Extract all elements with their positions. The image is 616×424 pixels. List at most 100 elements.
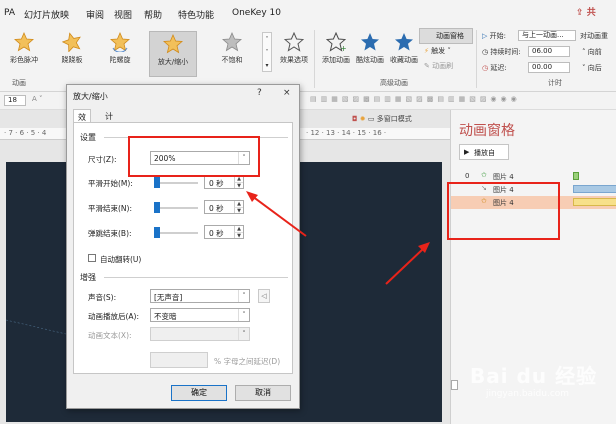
effect-options-button[interactable]: 效果选项 — [274, 30, 314, 65]
brush-icon: ✎ — [424, 62, 430, 70]
dialog-title: 放大/缩小 — [73, 92, 108, 101]
cool-animation-label: 酷炫动画 — [356, 56, 384, 64]
play-icon: ▷ — [482, 32, 488, 40]
animation-painter-button[interactable]: ✎ 动画刷 — [424, 61, 453, 71]
ok-button[interactable]: 确定 — [171, 385, 227, 401]
smooth-end-slider[interactable] — [154, 207, 198, 209]
move-later-button[interactable]: ˅ 向后 — [582, 63, 602, 73]
sound-select[interactable]: [无声音] ˅ — [150, 289, 250, 303]
effect-grow-shrink-button[interactable]: 放大/缩小 — [149, 31, 197, 77]
desaturate-star-icon — [222, 32, 242, 52]
auto-reverse-checkbox[interactable] — [88, 254, 96, 262]
move-earlier-button[interactable]: ˄ 向前 — [582, 47, 602, 57]
start-select[interactable]: 与上一动画... — [518, 30, 576, 41]
animation-pane-button[interactable]: 动画窗格 — [419, 28, 473, 44]
menu-bar: PA 幻灯片放映 审阅 视图 帮助 特色功能 OneKey 10 ⇪ 共 — [0, 0, 616, 26]
effect-desaturate-button[interactable]: 不饱和 — [214, 30, 250, 65]
menu-item-pa[interactable]: PA — [4, 8, 15, 18]
effect-teeter-label: 跷跷板 — [61, 56, 83, 64]
cool-animation-button[interactable]: 酷炫动画 — [352, 30, 388, 65]
duration-value: 06.00 — [532, 47, 553, 55]
close-icon[interactable]: × — [283, 88, 291, 98]
font-size-select[interactable]: 18 — [4, 95, 26, 106]
effects-gallery-scroll[interactable]: ˄ ˅ ▾ — [262, 32, 272, 72]
cancel-button[interactable]: 取消 — [235, 385, 291, 401]
smooth-end-spinner[interactable]: 0 秒 ▲ ▼ — [204, 200, 244, 214]
multiwindow-icon[interactable]: ▭ — [368, 115, 377, 123]
effect-pulse-label: 彩色脉冲 — [10, 56, 38, 64]
multiwindow-label[interactable]: 多窗口模式 — [377, 115, 412, 123]
auto-reverse-label[interactable]: 自动翻转(U) — [100, 254, 141, 265]
smooth-start-slider[interactable] — [154, 182, 198, 184]
window-icons[interactable]: ◘ — [352, 115, 358, 123]
bounce-end-spinner[interactable]: 0 秒 ▲ ▼ — [204, 225, 244, 239]
effect-teeter-button[interactable]: 跷跷板 — [54, 30, 90, 65]
pulse-star-icon — [14, 32, 34, 52]
share-icon: ⇪ — [576, 8, 587, 18]
delay-input[interactable]: 00.00 — [528, 62, 570, 73]
collect-animation-button[interactable]: 收藏动画 — [386, 30, 422, 65]
share-button[interactable]: ⇪ 共 — [576, 5, 596, 18]
watermark-url: jingyan.baidu.com — [486, 389, 570, 399]
section-divider — [104, 277, 288, 278]
smooth-start-spinner[interactable]: 0 秒 ▲ ▼ — [204, 175, 244, 189]
group-label-timing: 计时 — [548, 79, 562, 87]
animation-painter-label: 动画刷 — [432, 62, 454, 70]
anim-timeline-bar[interactable] — [573, 185, 616, 193]
alignment-icons[interactable]: ▤▥▦▧▨▩▤▥▦▧▨▩▤▥▦▧▨◉◉◉ — [310, 95, 521, 103]
duration-input[interactable]: 06.00 — [528, 46, 570, 57]
tab-timing[interactable]: 计时 — [101, 109, 117, 132]
gear-icon[interactable]: ✹ — [360, 115, 368, 123]
effect-options-icon — [284, 32, 304, 52]
delay-clock-icon: ◷ — [482, 64, 489, 72]
highlight-box-size — [128, 136, 260, 177]
pane-scroll-handle[interactable] — [451, 380, 458, 390]
anim-timeline-bar[interactable] — [573, 172, 579, 180]
ruler-left-ticks: · 7 · 6 · 5 · 4 — [4, 129, 47, 137]
menu-item-slideshow[interactable]: 幻灯片放映 — [24, 8, 69, 21]
effect-spin-label: 陀螺旋 — [109, 56, 131, 64]
bounce-end-label: 弹跳结束(B): — [88, 229, 132, 238]
group-label-advanced: 高级动画 — [380, 79, 408, 87]
reorder-label: 对动画重 — [580, 32, 608, 40]
spin-down-icon[interactable]: ▼ — [234, 207, 243, 214]
anim-item-label: 图片 4 — [493, 173, 514, 181]
clock-icon: ◷ — [482, 48, 489, 56]
bounce-end-slider-thumb[interactable] — [154, 227, 160, 238]
smooth-end-slider-thumb[interactable] — [154, 202, 160, 213]
anim-timeline-bar[interactable] — [573, 198, 616, 206]
speaker-icon[interactable]: ◁ — [258, 289, 270, 303]
spin-down-icon[interactable]: ▼ — [234, 232, 243, 239]
font-color-icon[interactable]: A ˅ — [32, 95, 43, 103]
bounce-end-slider[interactable] — [154, 232, 198, 234]
play-from-button[interactable]: ▶ 播放自 — [459, 144, 509, 160]
add-animation-button[interactable]: + 添加动画 — [318, 30, 354, 65]
help-button[interactable]: ? — [257, 88, 262, 98]
trigger-button[interactable]: ⚡ 触发 ˅ — [424, 46, 451, 56]
start-label: 开始: — [489, 32, 506, 40]
star-icon: ✩ — [481, 171, 487, 179]
after-animation-select[interactable]: 不变暗 ˅ — [150, 308, 250, 322]
effect-pulse-button[interactable]: 彩色脉冲 — [6, 30, 42, 65]
chevron-down-icon: ˅ — [238, 328, 249, 340]
size-label: 尺寸(Z): — [88, 155, 117, 164]
menu-item-help[interactable]: 帮助 — [144, 8, 162, 21]
menu-item-view[interactable]: 视图 — [114, 8, 132, 21]
move-earlier-label: 向前 — [587, 48, 602, 56]
letter-delay-spinner — [150, 352, 208, 368]
start-row: ▷ 开始: — [482, 31, 506, 41]
start-value: 与上一动画... — [522, 31, 564, 39]
smooth-start-slider-thumb[interactable] — [154, 177, 160, 188]
add-animation-icon: + — [326, 32, 346, 52]
menu-item-review[interactable]: 审阅 — [86, 8, 104, 21]
effect-spin-button[interactable]: 陀螺旋 — [102, 30, 138, 65]
duration-label: 持续时间: — [490, 48, 521, 56]
menu-item-onekey[interactable]: OneKey 10 — [232, 8, 281, 18]
move-later-label: 向后 — [587, 64, 602, 72]
tab-effect[interactable]: 效果 — [73, 109, 91, 133]
menu-item-features[interactable]: 特色功能 — [178, 8, 214, 21]
spin-star-icon — [110, 32, 130, 52]
spin-down-icon[interactable]: ▼ — [234, 182, 243, 189]
trigger-label: 触发 — [431, 47, 446, 55]
ribbon-separator — [314, 30, 315, 88]
